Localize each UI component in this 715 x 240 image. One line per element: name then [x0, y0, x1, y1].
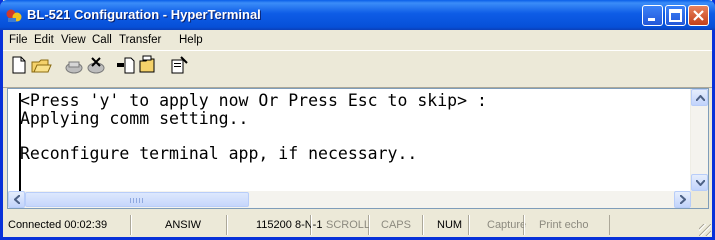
minimize-button[interactable]: [642, 5, 663, 26]
title-bar[interactable]: BL-521 Configuration - HyperTerminal: [0, 0, 715, 30]
menu-call[interactable]: Call: [92, 34, 112, 46]
scroll-right-button[interactable]: [674, 191, 691, 208]
terminal-line: Applying comm setting..: [20, 108, 249, 128]
connect-button[interactable]: [63, 54, 85, 76]
status-bar: Connected 00:02:39 ANSIW 115200 8-N-1 SC…: [3, 212, 712, 237]
close-icon: [693, 10, 704, 21]
new-connection-button[interactable]: [9, 54, 31, 76]
menu-view[interactable]: View: [61, 34, 86, 46]
menu-bar: File Edit View Call Transfer Help: [3, 30, 712, 50]
status-port-settings: 115200 8-N-1: [227, 215, 322, 235]
receive-icon: [139, 55, 155, 73]
terminal-line: Reconfigure terminal app, if necessary..: [20, 143, 418, 163]
status-connection-time: Connected 00:02:39: [3, 215, 131, 235]
terminal-area[interactable]: <Press 'y' to apply now Or Press Esc to …: [7, 88, 709, 209]
menu-help[interactable]: Help: [179, 34, 203, 46]
close-button[interactable]: [688, 5, 709, 26]
resize-grip-icon[interactable]: [699, 224, 711, 236]
arrow-up-icon: [696, 95, 705, 101]
connect-icon: [65, 61, 83, 74]
window-title: BL-521 Configuration - HyperTerminal: [27, 7, 261, 22]
receive-button[interactable]: [137, 54, 159, 76]
properties-button[interactable]: [168, 54, 190, 76]
hyperterminal-window: BL-521 Configuration - HyperTerminal Fil…: [0, 0, 715, 240]
menu-transfer[interactable]: Transfer: [119, 34, 161, 46]
scroll-left-button[interactable]: [8, 191, 25, 208]
send-button[interactable]: [116, 54, 138, 76]
status-emulation: ANSIW: [131, 215, 227, 235]
status-print-echo: Print echo: [524, 215, 610, 235]
hyperterminal-app-icon[interactable]: [6, 8, 22, 23]
scroll-down-button[interactable]: [691, 174, 708, 191]
toolbar: [3, 50, 712, 88]
new-icon: [12, 56, 26, 74]
minimize-icon: [648, 18, 655, 21]
menu-edit[interactable]: Edit: [34, 34, 54, 46]
terminal-output[interactable]: <Press 'y' to apply now Or Press Esc to …: [20, 92, 684, 190]
maximize-icon: [669, 9, 682, 22]
scrollbar-corner: [691, 191, 708, 208]
status-capture: Capture: [469, 215, 526, 235]
vertical-scrollbar[interactable]: [690, 89, 708, 191]
maximize-button[interactable]: [665, 5, 686, 26]
scroll-up-button[interactable]: [691, 89, 708, 106]
status-num: NUM: [423, 215, 469, 235]
arrow-down-icon: [696, 180, 705, 186]
properties-icon: [171, 56, 188, 74]
horizontal-scrollbar[interactable]: [8, 191, 691, 208]
open-icon: [31, 59, 52, 73]
terminal-line: <Press 'y' to apply now Or Press Esc to …: [20, 91, 487, 110]
open-button[interactable]: [30, 54, 52, 76]
scroll-grip-icon: [130, 198, 144, 203]
status-caps: CAPS: [369, 215, 423, 235]
send-icon: [117, 57, 135, 74]
disconnect-icon: [87, 57, 105, 74]
horizontal-scroll-thumb[interactable]: [25, 192, 249, 207]
arrow-left-icon: [14, 195, 20, 204]
menu-file[interactable]: File: [9, 34, 28, 46]
arrow-right-icon: [680, 195, 686, 204]
disconnect-button[interactable]: [85, 54, 107, 76]
status-scroll: SCROLL: [311, 215, 370, 235]
